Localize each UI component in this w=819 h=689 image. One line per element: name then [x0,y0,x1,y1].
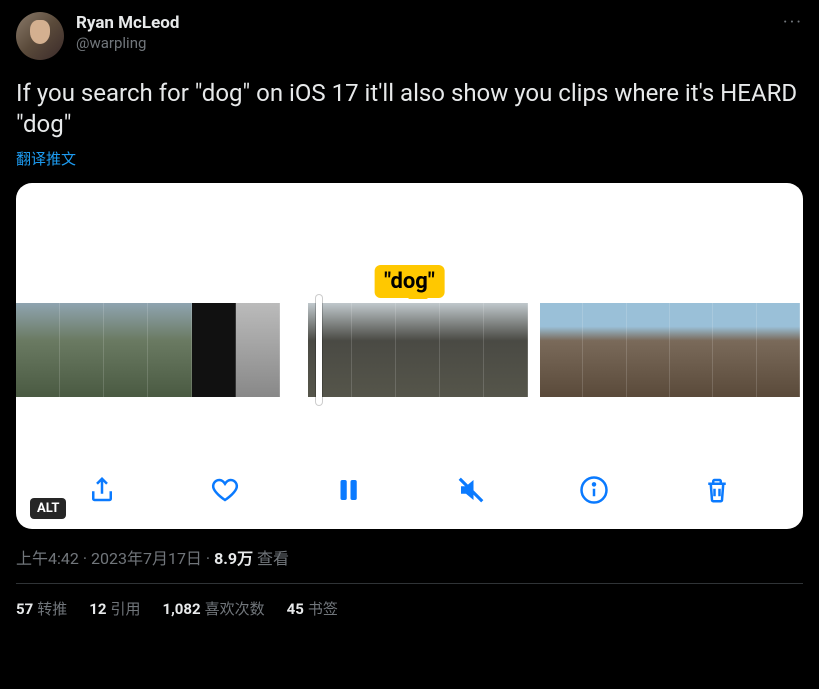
meta-time[interactable]: 上午4:42 [16,549,79,568]
translate-link[interactable]: 翻译推文 [16,148,76,169]
retweets-stat[interactable]: 57转推 [16,598,67,619]
author-names[interactable]: Ryan McLeod @warpling [76,12,179,54]
bookmarks-stat[interactable]: 45书签 [287,598,338,619]
likes-stat[interactable]: 1,082喜欢次数 [162,598,264,619]
alt-badge[interactable]: ALT [30,498,66,519]
views-label: 查看 [253,549,289,568]
mute-icon[interactable] [454,473,488,507]
more-icon[interactable]: ··· [783,12,803,33]
divider [16,583,803,584]
tweet-container: Ryan McLeod @warpling ··· If you search … [0,0,819,631]
heart-icon[interactable] [208,473,242,507]
clip-group[interactable] [16,303,296,397]
search-marker-icon [408,293,428,299]
clip-group[interactable] [308,303,528,397]
share-icon[interactable] [85,473,119,507]
avatar[interactable] [16,12,64,60]
tweet-text: If you search for "dog" on iOS 17 it'll … [16,78,803,140]
tweet-stats: 57转推 12引用 1,082喜欢次数 45书签 [16,598,803,619]
tweet-header: Ryan McLeod @warpling ··· [16,12,803,60]
meta-date[interactable]: 2023年7月17日 [91,549,202,568]
pause-icon[interactable] [331,473,365,507]
info-icon[interactable] [577,473,611,507]
display-name: Ryan McLeod [76,12,179,34]
media-card[interactable]: "dog" [16,183,803,529]
playhead[interactable] [316,295,322,405]
handle: @warpling [76,34,179,54]
trash-icon[interactable] [700,473,734,507]
video-timeline[interactable] [16,303,803,397]
clip-group[interactable] [540,303,800,397]
quotes-stat[interactable]: 12引用 [89,598,140,619]
media-toolbar [16,473,803,507]
views-count: 8.9万 [214,549,253,568]
tweet-meta: 上午4:42 · 2023年7月17日 · 8.9万 查看 [16,545,803,569]
